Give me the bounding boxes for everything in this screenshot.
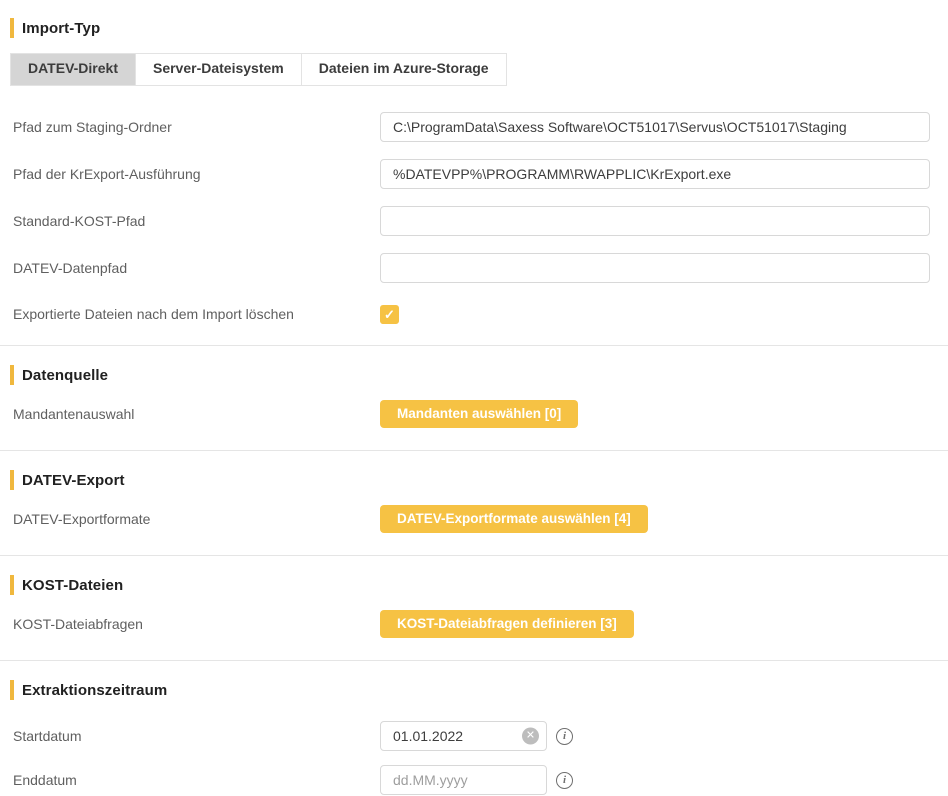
section-import-typ-title: Import-Typ [10,18,948,38]
section-title-text: Extraktionszeitraum [22,682,167,699]
enddatum-label: Enddatum [13,772,380,788]
staging-path-input[interactable] [380,112,930,142]
field-row-standard-kost-path: Standard-KOST-Pfad [13,206,948,236]
section-divider [0,555,948,556]
datev-exportformate-label: DATEV-Exportformate [13,511,380,527]
delete-after-import-checkbox[interactable]: ✓ [380,305,399,324]
section-divider [0,450,948,451]
tab-server-dateisystem[interactable]: Server-Dateisystem [135,54,301,85]
field-row-mandantenauswahl: Mandantenauswahl Mandanten auswählen [0] [13,400,948,428]
datev-datenpfad-label: DATEV-Datenpfad [13,260,380,276]
field-row-datev-datenpfad: DATEV-Datenpfad [13,253,948,283]
section-accent-bar [10,18,14,38]
info-icon[interactable]: i [556,728,573,745]
enddatum-wrap [380,765,547,795]
delete-after-import-label: Exportierte Dateien nach dem Import lösc… [13,306,380,322]
startdatum-wrap: ✕ [380,721,547,751]
mandantenauswahl-label: Mandantenauswahl [13,406,380,422]
section-kost-dateien-title: KOST-Dateien [10,575,948,595]
page-title: Import-Typ [22,20,100,37]
tab-dateien-im-azure-storage[interactable]: Dateien im Azure-Storage [301,54,506,85]
import-type-tabs: DATEV-Direkt Server-Dateisystem Dateien … [10,53,507,86]
krexport-path-label: Pfad der KrExport-Ausführung [13,166,380,182]
startdatum-label: Startdatum [13,728,380,744]
section-divider [0,345,948,346]
kost-dateiabfragen-label: KOST-Dateiabfragen [13,616,380,632]
kost-dateiabfragen-button[interactable]: KOST-Dateiabfragen definieren [3] [380,610,634,638]
section-accent-bar [10,575,14,595]
checkmark-icon: ✓ [384,308,395,321]
tab-datev-direkt[interactable]: DATEV-Direkt [11,54,135,85]
section-title-text: DATEV-Export [22,472,125,489]
section-title-text: KOST-Dateien [22,577,123,594]
section-accent-bar [10,680,14,700]
mandanten-auswaehlen-button[interactable]: Mandanten auswählen [0] [380,400,578,428]
section-divider [0,660,948,661]
section-title-text: Datenquelle [22,367,108,384]
field-row-delete-after-import: Exportierte Dateien nach dem Import lösc… [13,300,948,328]
section-accent-bar [10,365,14,385]
section-datev-export-title: DATEV-Export [10,470,948,490]
field-row-krexport-path: Pfad der KrExport-Ausführung [13,159,948,189]
standard-kost-path-label: Standard-KOST-Pfad [13,213,380,229]
field-row-datev-exportformate: DATEV-Exportformate DATEV-Exportformate … [13,505,948,533]
section-accent-bar [10,470,14,490]
field-row-startdatum: Startdatum ✕ i [13,721,948,751]
info-icon[interactable]: i [556,772,573,789]
staging-path-label: Pfad zum Staging-Ordner [13,119,380,135]
clear-date-icon[interactable]: ✕ [522,728,539,745]
datev-datenpfad-input[interactable] [380,253,930,283]
section-extraktionszeitraum-title: Extraktionszeitraum [10,680,948,700]
standard-kost-path-input[interactable] [380,206,930,236]
enddatum-input[interactable] [380,765,547,795]
settings-page: Import-Typ DATEV-Direkt Server-Dateisyst… [0,18,948,795]
field-row-enddatum: Enddatum i [13,765,948,795]
krexport-path-input[interactable] [380,159,930,189]
field-row-kost-dateiabfragen: KOST-Dateiabfragen KOST-Dateiabfragen de… [13,610,948,638]
datev-exportformate-button[interactable]: DATEV-Exportformate auswählen [4] [380,505,648,533]
field-row-staging-path: Pfad zum Staging-Ordner [13,112,948,142]
section-datenquelle-title: Datenquelle [10,365,948,385]
